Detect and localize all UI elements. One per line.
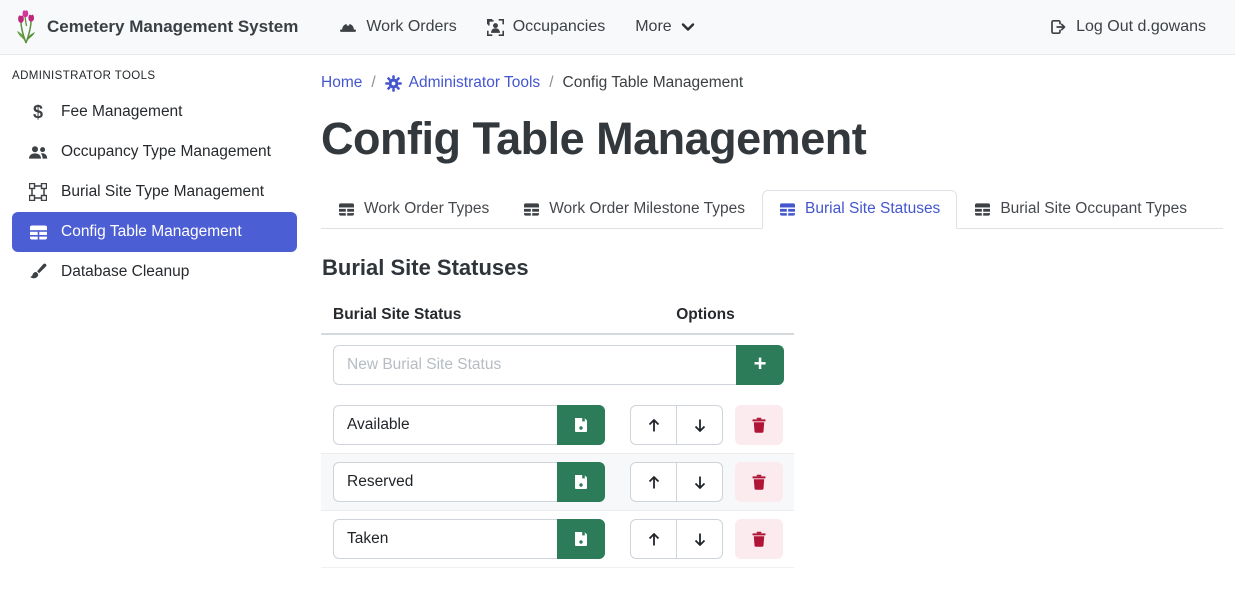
move-up-button[interactable]: [630, 462, 677, 502]
status-input[interactable]: [333, 405, 557, 445]
save-status-button[interactable]: [557, 519, 605, 559]
status-input[interactable]: [333, 519, 557, 559]
save-icon: [573, 474, 589, 490]
main-content: Home /: [309, 55, 1235, 591]
plus-icon: +: [754, 353, 767, 375]
sidebar-item-occupancy-type-management[interactable]: Occupancy Type Management: [12, 132, 297, 172]
sidebar-item-fee-management[interactable]: $ Fee Management: [12, 92, 297, 132]
save-status-button[interactable]: [557, 462, 605, 502]
box-arrow-right-icon: [1050, 19, 1067, 35]
trash-icon: [752, 417, 766, 433]
table-icon: [338, 202, 355, 217]
sidebar-item-database-cleanup[interactable]: Database Cleanup: [12, 252, 297, 292]
tab-label: Burial Site Statuses: [805, 200, 940, 218]
trash-icon: [752, 474, 766, 490]
sidebar-item-label: Database Cleanup: [61, 263, 189, 281]
trash-icon: [752, 531, 766, 547]
tab-work-order-milestone-types[interactable]: Work Order Milestone Types: [506, 190, 762, 229]
table-icon: [523, 202, 540, 217]
sidebar-item-config-table-management[interactable]: Config Table Management: [12, 212, 297, 252]
app-title: Cemetery Management System: [47, 17, 298, 37]
person-bounding-box-icon: [487, 19, 504, 36]
page-layout: ADMINISTRATOR TOOLS $ Fee Management Occ…: [0, 55, 1235, 591]
delete-status-button[interactable]: [735, 405, 783, 445]
tulip-logo-icon: [14, 10, 38, 44]
move-down-button[interactable]: [676, 405, 723, 445]
nav-occupancies-label: Occupancies: [513, 18, 606, 36]
table-row: [321, 511, 794, 568]
table-icon: [974, 202, 991, 217]
gear-icon: [385, 75, 402, 92]
tab-burial-site-occupant-types[interactable]: Burial Site Occupant Types: [957, 190, 1204, 229]
tab-label: Burial Site Occupant Types: [1000, 200, 1187, 218]
brand[interactable]: Cemetery Management System: [14, 10, 298, 44]
save-icon: [573, 531, 589, 547]
delete-status-button[interactable]: [735, 519, 783, 559]
column-header-options: Options: [617, 299, 794, 333]
tab-bar: Work Order Types Work Order Milestone Ty…: [321, 190, 1223, 229]
move-down-button[interactable]: [676, 462, 723, 502]
bounding-box-icon: [28, 182, 48, 202]
nav-work-orders-label: Work Orders: [366, 18, 456, 36]
breadcrumb-separator: /: [371, 74, 375, 92]
tab-label: Work Order Milestone Types: [549, 200, 745, 218]
tab-label: Work Order Types: [364, 200, 489, 218]
reorder-button-group: [630, 405, 723, 445]
move-up-button[interactable]: [630, 405, 677, 445]
sidebar-item-label: Config Table Management: [61, 223, 242, 241]
status-input[interactable]: [333, 462, 557, 502]
nav-more[interactable]: More: [635, 18, 694, 36]
sidebar-item-burial-site-type-management[interactable]: Burial Site Type Management: [12, 172, 297, 212]
sidebar-item-label: Fee Management: [61, 103, 183, 121]
chevron-down-icon: [681, 22, 695, 32]
hard-hat-icon: [339, 19, 357, 35]
section-heading: Burial Site Statuses: [322, 255, 1223, 281]
table-icon: [28, 222, 48, 242]
table-icon: [779, 202, 796, 217]
table-row: [321, 397, 794, 454]
nav-more-label: More: [635, 18, 671, 36]
tab-burial-site-statuses[interactable]: Burial Site Statuses: [762, 190, 957, 229]
new-status-row: +: [321, 335, 794, 397]
logout-button[interactable]: Log Out d.gowans: [1050, 18, 1206, 36]
reorder-button-group: [630, 519, 723, 559]
page-title: Config Table Management: [321, 112, 1223, 166]
new-status-input[interactable]: [333, 345, 736, 385]
sidebar-section-header: ADMINISTRATOR TOOLS: [0, 61, 309, 92]
nav-work-orders[interactable]: Work Orders: [339, 18, 456, 36]
brush-icon: [28, 262, 48, 282]
dollar-icon: $: [28, 102, 48, 122]
sidebar-item-label: Occupancy Type Management: [61, 143, 271, 161]
add-status-button[interactable]: +: [736, 345, 784, 385]
logout-label: Log Out d.gowans: [1076, 18, 1206, 36]
nav-occupancies[interactable]: Occupancies: [487, 18, 606, 36]
config-table: Burial Site Status Options +: [321, 299, 794, 568]
save-status-button[interactable]: [557, 405, 605, 445]
delete-status-button[interactable]: [735, 462, 783, 502]
table-header-row: Burial Site Status Options: [321, 299, 794, 335]
breadcrumb-admin-tools-link[interactable]: Administrator Tools: [385, 74, 541, 92]
breadcrumb-separator: /: [549, 74, 553, 92]
table-row: [321, 454, 794, 511]
tab-work-order-types[interactable]: Work Order Types: [321, 190, 506, 229]
column-header-status: Burial Site Status: [321, 299, 617, 333]
breadcrumb: Home /: [321, 70, 1223, 96]
breadcrumb-home-link[interactable]: Home: [321, 74, 362, 92]
reorder-button-group: [630, 462, 723, 502]
save-icon: [573, 417, 589, 433]
move-up-button[interactable]: [630, 519, 677, 559]
people-icon: [28, 142, 48, 162]
move-down-button[interactable]: [676, 519, 723, 559]
sidebar: ADMINISTRATOR TOOLS $ Fee Management Occ…: [0, 55, 309, 591]
breadcrumb-current: Config Table Management: [563, 74, 744, 92]
sidebar-item-label: Burial Site Type Management: [61, 183, 264, 201]
top-navbar: Cemetery Management System Work Orders O: [0, 0, 1235, 55]
